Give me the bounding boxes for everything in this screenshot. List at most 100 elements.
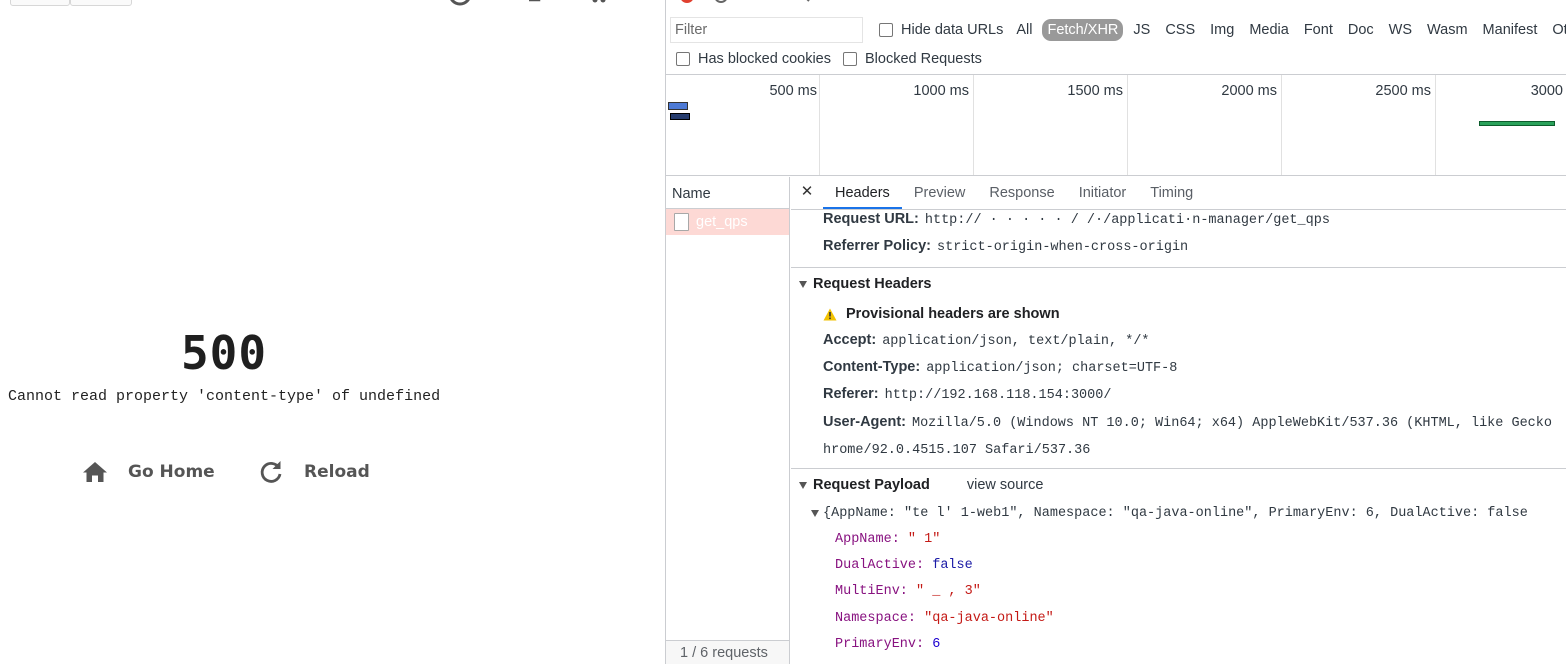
search-icon[interactable] bbox=[793, 0, 811, 8]
request-payload-toggle[interactable]: Request Payload view source bbox=[799, 477, 1043, 493]
type-filter-css[interactable]: CSS bbox=[1160, 20, 1200, 40]
filter-bar: Hide data URLs All Fetch/XHR JS CSS Img … bbox=[666, 14, 1566, 46]
tab-headers[interactable]: Headers bbox=[823, 177, 902, 209]
type-filter-doc[interactable]: Doc bbox=[1343, 20, 1379, 40]
expand-triangle-icon bbox=[799, 481, 807, 489]
header-value[interactable]: application/json, text/plain, */* bbox=[882, 334, 1149, 349]
section-title: Request Headers bbox=[813, 276, 932, 292]
has-blocked-cookies-checkbox[interactable]: Has blocked cookies bbox=[676, 51, 831, 67]
hide-data-urls-checkbox[interactable]: Hide data URLs bbox=[879, 22, 1003, 38]
timeline-tick: 2000 ms bbox=[1128, 75, 1282, 175]
request-header-row: User-Agent: Mozilla/5.0 (Windows NT 10.0;… bbox=[823, 414, 1552, 431]
header-key: User-Agent: bbox=[823, 414, 906, 430]
app-pane: 500 Cannot read property 'content-type' … bbox=[0, 0, 665, 664]
payload-value: 6 bbox=[932, 637, 941, 652]
type-filter-font[interactable]: Font bbox=[1299, 20, 1338, 40]
home-icon bbox=[83, 462, 107, 482]
timeline-bar bbox=[668, 102, 688, 110]
error-code: 500 bbox=[180, 326, 268, 380]
payload-key: AppName: bbox=[835, 532, 900, 547]
more-icon[interactable] bbox=[592, 0, 606, 6]
header-value[interactable]: hrome/92.0.4515.107 Safari/537.36 bbox=[823, 443, 1090, 458]
name-column-header[interactable]: Name bbox=[666, 177, 789, 209]
provisional-note: Provisional headers are shown bbox=[846, 306, 1060, 322]
timeline-tick: 500 ms bbox=[666, 75, 820, 175]
header-value[interactable]: http:// · · · · · / /·/applicati·n-manag… bbox=[925, 213, 1330, 228]
timeline-tick-label: 1500 ms bbox=[1067, 83, 1123, 99]
reload-button[interactable]: Reload bbox=[258, 456, 370, 488]
request-header-row: Accept: application/json, text/plain, */* bbox=[823, 332, 1150, 349]
tab-timing[interactable]: Timing bbox=[1138, 177, 1205, 209]
payload-field: DualActive: false bbox=[835, 558, 973, 573]
type-filter-fetch-xhr[interactable]: Fetch/XHR bbox=[1042, 19, 1124, 41]
timeline-tick-label: 2500 ms bbox=[1375, 83, 1431, 99]
payload-field: Namespace: "qa-java-online" bbox=[835, 611, 1054, 626]
go-home-label: Go Home bbox=[128, 462, 215, 482]
timeline-tick-label: 1000 ms bbox=[913, 83, 969, 99]
filter-input[interactable] bbox=[670, 17, 863, 43]
provisional-warning: Provisional headers are shown bbox=[823, 306, 1060, 322]
warning-icon bbox=[823, 308, 837, 320]
header-key: Referrer Policy: bbox=[823, 238, 931, 254]
devtools-panel: Hide data URLs All Fetch/XHR JS CSS Img … bbox=[665, 0, 1566, 664]
hide-data-urls-label: Hide data URLs bbox=[901, 22, 1004, 38]
request-header-row: Referer: http://192.168.118.154:3000/ bbox=[823, 386, 1111, 403]
type-filter-img[interactable]: Img bbox=[1205, 20, 1239, 40]
view-source-link[interactable]: view source bbox=[967, 477, 1044, 493]
payload-field: AppName: " 1" bbox=[835, 532, 940, 547]
blocked-requests-label: Blocked Requests bbox=[865, 51, 982, 67]
type-filter-other[interactable]: Other bbox=[1547, 20, 1566, 40]
record-icon[interactable] bbox=[678, 0, 696, 8]
request-list: Name get_qps 1 / 6 requests bbox=[666, 177, 790, 664]
request-headers-toggle[interactable]: Request Headers bbox=[799, 276, 931, 292]
tab-preview[interactable]: Preview bbox=[902, 177, 978, 209]
reload-icon bbox=[260, 461, 282, 483]
close-icon[interactable]: ✕ bbox=[791, 177, 823, 209]
file-icon bbox=[674, 213, 689, 231]
timeline-tick: 1000 ms bbox=[820, 75, 974, 175]
has-blocked-cookies-label: Has blocked cookies bbox=[698, 51, 831, 67]
timeline-tick: 2500 ms bbox=[1282, 75, 1436, 175]
toolbar-icon[interactable] bbox=[446, 0, 474, 8]
section-divider bbox=[791, 468, 1566, 469]
header-key: Accept: bbox=[823, 332, 877, 348]
header-value[interactable]: strict-origin-when-cross-origin bbox=[937, 240, 1188, 255]
error-message: Cannot read property 'content-type' of u… bbox=[8, 388, 441, 405]
payload-key: MultiEnv: bbox=[835, 584, 908, 599]
tab-fragment[interactable] bbox=[70, 0, 132, 6]
reload-label: Reload bbox=[304, 462, 370, 482]
type-filter-media[interactable]: Media bbox=[1244, 20, 1294, 40]
payload-key: DualActive: bbox=[835, 558, 925, 573]
payload-field: PrimaryEnv: 6 bbox=[835, 637, 940, 652]
details-tabs: ✕ Headers Preview Response Initiator Tim… bbox=[791, 177, 1566, 210]
request-details: ✕ Headers Preview Response Initiator Tim… bbox=[791, 177, 1566, 664]
header-key: Request URL: bbox=[823, 211, 919, 227]
tab-initiator[interactable]: Initiator bbox=[1067, 177, 1139, 209]
header-value[interactable]: http://192.168.118.154:3000/ bbox=[885, 388, 1112, 403]
filter-funnel-icon[interactable] bbox=[760, 0, 774, 8]
payload-key: PrimaryEnv: bbox=[835, 637, 925, 652]
expand-triangle-icon bbox=[811, 510, 819, 517]
referrer-policy-row: Referrer Policy: strict-origin-when-cross… bbox=[823, 238, 1188, 255]
devtools-toolbar-fragment bbox=[666, 0, 1566, 8]
timeline-tick-label: 500 ms bbox=[769, 83, 817, 99]
type-filter-all[interactable]: All bbox=[1011, 20, 1037, 40]
timeline-overview[interactable]: 500 ms 1000 ms 1500 ms 2000 ms 2500 ms 3… bbox=[666, 74, 1566, 176]
type-filter-wasm[interactable]: Wasm bbox=[1422, 20, 1473, 40]
payload-summary-row[interactable]: {AppName: "te l' 1-web1", Namespace: "qa… bbox=[811, 506, 1528, 521]
clear-icon[interactable] bbox=[712, 0, 730, 8]
header-value[interactable]: application/json; charset=UTF-8 bbox=[926, 361, 1177, 376]
section-divider bbox=[791, 267, 1566, 268]
request-row[interactable]: get_qps bbox=[666, 209, 789, 235]
section-title: Request Payload bbox=[813, 477, 930, 493]
blocked-requests-checkbox[interactable]: Blocked Requests bbox=[843, 51, 982, 67]
type-filter-manifest[interactable]: Manifest bbox=[1478, 20, 1543, 40]
request-name: get_qps bbox=[696, 214, 748, 230]
type-filter-js[interactable]: JS bbox=[1128, 20, 1155, 40]
type-filter-ws[interactable]: WS bbox=[1384, 20, 1417, 40]
tab-response[interactable]: Response bbox=[977, 177, 1066, 209]
tab-fragment[interactable] bbox=[10, 0, 70, 6]
header-value[interactable]: Mozilla/5.0 (Windows NT 10.0; Win64; x64… bbox=[912, 416, 1552, 431]
go-home-button[interactable]: Go Home bbox=[82, 456, 215, 488]
toolbar-icon[interactable] bbox=[527, 0, 543, 6]
